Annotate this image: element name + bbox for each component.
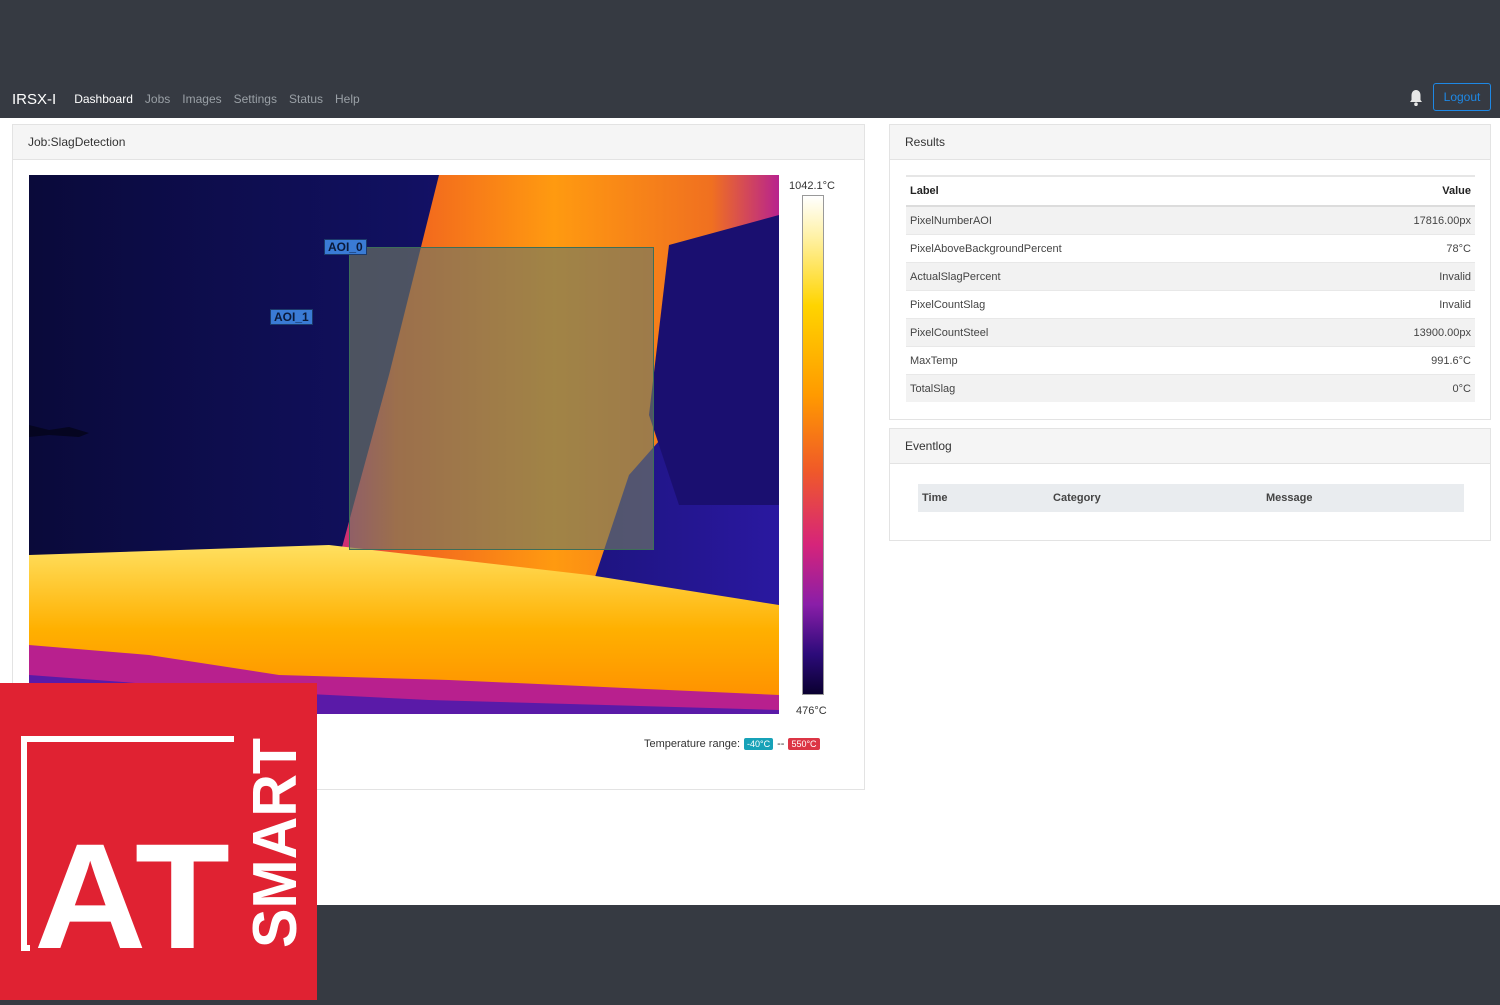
temperature-scale-bar <box>802 195 824 695</box>
table-row: PixelCountSteel 13900.00px <box>906 318 1475 347</box>
results-card: Results Label Value PixelNumberAOI 17816… <box>889 124 1491 420</box>
table-row: PixelAboveBackgroundPercent 78°C <box>906 234 1475 263</box>
aoi-label-0[interactable]: AOI_0 <box>324 239 367 255</box>
eventlog-header-time[interactable]: Time <box>918 484 1050 512</box>
thermal-image[interactable]: AOI_0 AOI_1 <box>29 175 779 714</box>
logout-button[interactable]: Logout <box>1433 83 1491 111</box>
result-label: PixelCountSteel <box>906 318 1310 347</box>
eventlog-card: Eventlog Time Category Message <box>889 428 1491 541</box>
results-table: Label Value PixelNumberAOI 17816.00px Pi… <box>906 175 1475 402</box>
atsmart-logo: AT SMART <box>0 683 317 1000</box>
result-value: 13900.00px <box>1309 318 1475 347</box>
result-label: PixelAboveBackgroundPercent <box>906 234 1310 263</box>
nav-item-dashboard[interactable]: Dashboard <box>74 92 133 106</box>
svg-text:SMART: SMART <box>241 738 310 948</box>
eventlog-header-row: Time Category Message <box>918 484 1464 512</box>
scale-min-label: 476°C <box>796 705 827 717</box>
nav-item-settings[interactable]: Settings <box>234 92 277 106</box>
result-label: ActualSlagPercent <box>906 262 1310 291</box>
atsmart-logo-graphic: AT SMART <box>21 736 310 980</box>
results-title: Results <box>890 125 1490 160</box>
job-title: Job:SlagDetection <box>13 125 864 160</box>
aoi-label-1[interactable]: AOI_1 <box>270 309 313 325</box>
table-row: ActualSlagPercent Invalid <box>906 262 1475 291</box>
eventlog-table: Time Category Message <box>918 484 1464 512</box>
top-dark-band <box>0 0 1500 80</box>
scale-max-label: 1042.1°C <box>789 180 835 192</box>
table-row: PixelCountSlag Invalid <box>906 290 1475 319</box>
temperature-high-badge: 550°C <box>788 738 820 750</box>
result-value: 17816.00px <box>1309 205 1475 235</box>
result-label: PixelCountSlag <box>906 290 1310 319</box>
nav-item-status[interactable]: Status <box>289 92 323 106</box>
result-value: 991.6°C <box>1309 346 1475 375</box>
nav-item-images[interactable]: Images <box>182 92 221 106</box>
results-header-label: Label <box>906 175 1310 207</box>
results-header-value: Value <box>1309 175 1475 207</box>
temperature-range: Temperature range: -40°C -- 550°C <box>644 738 820 750</box>
result-value: Invalid <box>1309 262 1475 291</box>
temperature-range-label: Temperature range: <box>644 738 740 750</box>
result-value: Invalid <box>1309 290 1475 319</box>
results-header-row: Label Value <box>906 175 1475 207</box>
eventlog-title: Eventlog <box>890 429 1490 464</box>
nav-item-help[interactable]: Help <box>335 92 360 106</box>
result-label: MaxTemp <box>906 346 1310 375</box>
result-label: PixelNumberAOI <box>906 205 1310 235</box>
result-value: 0°C <box>1309 374 1475 402</box>
svg-text:AT: AT <box>34 812 230 980</box>
result-label: TotalSlag <box>906 374 1310 402</box>
eventlog-header-category[interactable]: Category <box>1049 484 1262 512</box>
temperature-range-separator: -- <box>777 738 785 750</box>
aoi-region[interactable] <box>349 247 654 550</box>
table-row: MaxTemp 991.6°C <box>906 346 1475 375</box>
result-value: 78°C <box>1309 234 1475 263</box>
navbar: IRSX-I Dashboard Jobs Images Settings St… <box>0 80 1500 118</box>
nav-item-jobs[interactable]: Jobs <box>145 92 170 106</box>
eventlog-header-message[interactable]: Message <box>1261 484 1464 512</box>
brand[interactable]: IRSX-I <box>12 91 56 108</box>
temperature-low-badge: -40°C <box>744 738 774 750</box>
bell-icon[interactable] <box>1408 89 1424 107</box>
table-row: TotalSlag 0°C <box>906 374 1475 402</box>
table-row: PixelNumberAOI 17816.00px <box>906 205 1475 235</box>
